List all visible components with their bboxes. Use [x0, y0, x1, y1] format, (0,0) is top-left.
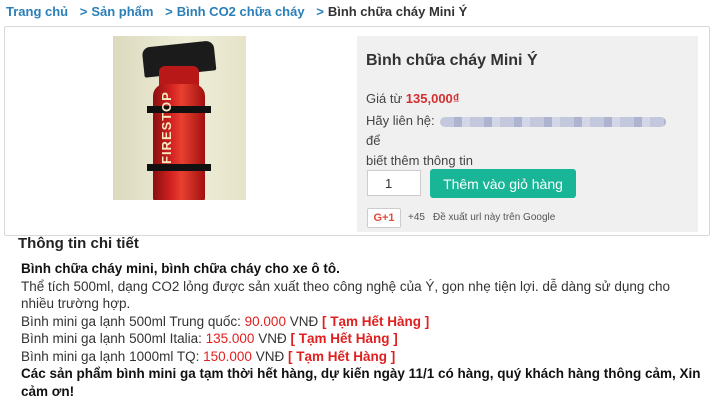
breadcrumb-separator: > [316, 4, 324, 19]
item-price: 150.000 [203, 348, 252, 364]
contact-line: Hãy liên hệ: để biết thêm thông tin [366, 111, 686, 171]
breadcrumb-separator: > [165, 4, 173, 19]
stock-notice: Các sản phẩm bình mini ga tạm thời hết h… [21, 366, 701, 399]
details-line1: Bình chữa cháy mini, bình chữa cháy cho … [21, 261, 340, 276]
price-value: 135,000₫ [405, 91, 460, 106]
item-status: [ Tạm Hết Hàng ] [287, 348, 396, 364]
item-price: 135.000 [205, 331, 255, 346]
extinguisher-label: FIRESTOP [159, 91, 174, 164]
price-prefix: Giá từ [366, 91, 403, 106]
product-title: Bình chữa cháy Mini Ý [366, 52, 538, 69]
details-body: Bình chữa cháy mini, bình chữa cháy cho … [21, 260, 705, 400]
blurred-contact [440, 116, 667, 127]
item-label: Bình mini ga lạnh 1000ml TQ: [21, 348, 200, 364]
contact-prefix: Hãy liên hệ: [366, 113, 435, 128]
gplus-button[interactable]: G+1 [367, 208, 401, 228]
extinguisher-strap [147, 164, 211, 171]
item-currency: VNĐ [255, 348, 285, 364]
breadcrumb-separator: > [79, 4, 88, 19]
item-price: 90.000 [244, 313, 286, 329]
price-item: Bình mini ga lạnh 500ml Italia: 135.000 … [21, 330, 705, 348]
details-heading: Thông tin chi tiết [18, 235, 139, 252]
gplus-note: Đề xuất url này trên Google [433, 212, 556, 223]
item-label: Bình mini ga lạnh 500ml Italia: [21, 331, 202, 346]
item-status: [ Tạm Hết Hàng ] [322, 313, 430, 329]
breadcrumb-products[interactable]: Sản phẩm [91, 4, 153, 19]
price-item: Bình mini ga lạnh 500ml Trung quốc: 90.0… [21, 313, 705, 331]
price-line: Giá từ 135,000₫ [366, 91, 459, 106]
item-currency: VNĐ [258, 331, 287, 346]
details-line2: Thể tích 500ml, dạng CO2 lỏng được sản x… [21, 278, 670, 312]
product-info-panel: Bình chữa cháy Mini Ý Giá từ 135,000₫ Hã… [357, 36, 698, 232]
breadcrumb-current: Bình chữa cháy Mini Ý [327, 4, 468, 19]
contact-suffix: để [366, 133, 381, 148]
product-image[interactable]: FIRESTOP [113, 36, 246, 200]
item-currency: VNĐ [289, 313, 319, 329]
quantity-input[interactable] [367, 170, 421, 196]
price-item: Bình mini ga lạnh 1000ml TQ: 150.000 VNĐ… [21, 348, 705, 366]
add-to-cart-button[interactable]: Thêm vào giỏ hàng [430, 169, 576, 198]
breadcrumb-category[interactable]: Bình CO2 chữa cháy [177, 4, 305, 19]
item-label: Bình mini ga lạnh 500ml Trung quốc: [21, 313, 241, 329]
breadcrumb-home[interactable]: Trang chủ [6, 4, 68, 19]
contact-line2: biết thêm thông tin [366, 153, 473, 168]
gplus-count: +45 [408, 212, 425, 223]
breadcrumb: Trang chủ > Sản phẩm > Bình CO2 chữa cháy … [6, 4, 467, 19]
item-status: [ Tạm Hết Hàng ] [290, 331, 398, 346]
